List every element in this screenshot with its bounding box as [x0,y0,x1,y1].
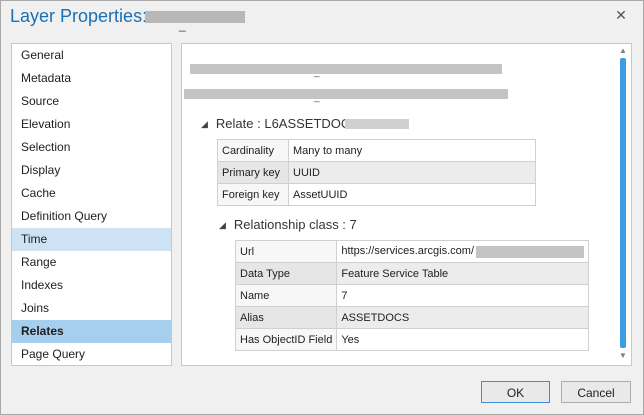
nav-item-display[interactable]: Display [12,159,171,182]
property-key: Cardinality [217,139,289,162]
nav-item-cache[interactable]: Cache [12,182,171,205]
redacted-mark: _ [314,92,320,103]
redacted-layer-name [145,11,245,23]
url-value: https://services.arcgis.com/ [341,245,474,258]
property-key: Data Type [234,262,338,285]
property-value: https://services.arcgis.com/ [336,240,589,263]
redacted-mark: _ [314,67,320,78]
property-value: Many to many [288,139,536,162]
property-value: Feature Service Table [336,262,589,285]
property-value: UUID [288,161,536,184]
relate-heading-text: Relate : L6ASSETDOC [215,116,351,131]
close-icon[interactable]: ✕ [613,7,629,23]
property-key: Name [234,284,338,307]
table-row: Has ObjectID Field Yes [234,328,589,351]
collapse-triangle-icon[interactable]: ◢ [201,119,208,130]
nav-item-time[interactable]: Time [12,228,171,251]
relate-heading[interactable]: ◢ Relate : L6ASSETDOC [201,116,350,131]
layer-properties-dialog: Layer Properties: _ ✕ General Metadata S… [0,0,644,415]
relationship-class-heading[interactable]: ◢ Relationship class : 7 [219,217,357,232]
property-value: AssetUUID [288,183,536,206]
scroll-up-icon[interactable]: ▲ [618,46,628,56]
nav-item-metadata[interactable]: Metadata [12,67,171,90]
nav-item-elevation[interactable]: Elevation [12,113,171,136]
property-value: ASSETDOCS [336,306,589,329]
property-value: Yes [336,328,589,351]
collapse-triangle-icon[interactable]: ◢ [219,220,226,231]
properties-nav: General Metadata Source Elevation Select… [11,43,172,366]
vertical-scrollbar[interactable]: ▲ ▼ [617,44,629,363]
table-row: Name 7 [234,284,589,307]
nav-item-general[interactable]: General [12,44,171,67]
ok-button[interactable]: OK [481,381,550,403]
redacted-line [190,64,502,74]
table-row: Alias ASSETDOCS [234,306,589,329]
nav-item-page-query[interactable]: Page Query [12,343,171,366]
table-row: Url https://services.arcgis.com/ [234,240,589,263]
property-value: 7 [336,284,589,307]
table-row: Primary key UUID [217,161,536,184]
property-key: Primary key [217,161,289,184]
nav-item-relates[interactable]: Relates [12,320,171,343]
property-key: Has ObjectID Field [234,328,338,351]
nav-item-source[interactable]: Source [12,90,171,113]
property-key: Alias [234,306,338,329]
nav-item-indexes[interactable]: Indexes [12,274,171,297]
table-row: Foreign key AssetUUID [217,183,536,206]
scroll-thumb[interactable] [620,58,626,348]
redacted-relate-name [345,119,409,129]
table-row: Cardinality Many to many [217,139,536,162]
redacted-url [476,245,584,258]
dialog-title: Layer Properties: [10,6,148,26]
scroll-down-icon[interactable]: ▼ [618,351,628,361]
redacted-line [184,89,508,99]
cancel-button[interactable]: Cancel [561,381,631,403]
property-key: Foreign key [217,183,289,206]
nav-item-definition-query[interactable]: Definition Query [12,205,171,228]
nav-item-selection[interactable]: Selection [12,136,171,159]
property-key: Url [234,240,338,263]
table-row: Data Type Feature Service Table [234,262,589,285]
relationship-class-table: Url https://services.arcgis.com/ Data Ty… [234,240,589,351]
relationship-class-heading-text: Relationship class : 7 [233,217,357,232]
nav-item-joins[interactable]: Joins [12,297,171,320]
title-suffix: _ [179,18,186,32]
nav-item-range[interactable]: Range [12,251,171,274]
relate-table: Cardinality Many to many Primary key UUI… [217,139,536,206]
